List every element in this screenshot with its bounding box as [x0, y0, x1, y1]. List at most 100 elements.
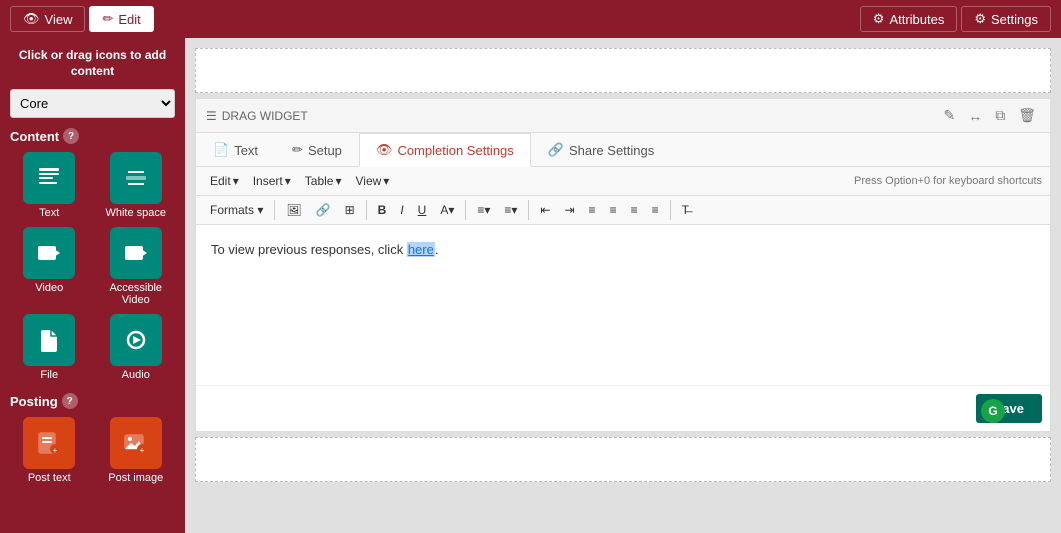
table-menu-btn[interactable]: Table ▾ [299, 171, 348, 191]
whitespace-icon [122, 164, 150, 192]
clear-format-btn[interactable]: T̶ [676, 200, 695, 220]
post-image-label: Post image [108, 472, 163, 484]
file-icon-box [23, 314, 75, 366]
post-image-icon-box: + [110, 417, 162, 469]
editor-footer: G Save [196, 385, 1050, 431]
widget-placeholder-top [195, 48, 1051, 93]
edit-menu-btn[interactable]: Edit ▾ [204, 171, 245, 191]
align-right-btn[interactable]: ≡ [625, 200, 644, 220]
tab-setup-icon: ✏ [292, 142, 303, 158]
widget-placeholder-bottom [195, 437, 1051, 482]
settings-button[interactable]: ⚙ Settings [961, 6, 1051, 32]
fmt-sep-4 [528, 200, 529, 220]
file-icon [35, 326, 63, 354]
video-label: Video [35, 282, 63, 294]
tab-text-icon: 📄 [213, 142, 229, 158]
sidebar: Click or drag icons to add content Core … [0, 38, 185, 533]
video-icon [35, 239, 63, 267]
editor-text-before: To view previous responses, click [211, 242, 407, 257]
editor-link[interactable]: here [407, 242, 435, 257]
post-text-icon-box: + [23, 417, 75, 469]
tab-text[interactable]: 📄 Text [196, 133, 275, 166]
content-icon-grid: Text White space [10, 152, 175, 381]
eye-icon: 👁 [23, 11, 40, 27]
view-button[interactable]: 👁 View [10, 6, 85, 32]
fmt-sep-3 [465, 200, 466, 220]
widget-edit-btn[interactable]: ✎ [939, 105, 959, 126]
accessible-video-icon-box [110, 227, 162, 279]
audio-icon-item[interactable]: Audio [97, 314, 176, 381]
indent-left-btn[interactable]: ⇤ [534, 200, 556, 220]
tab-share-icon: 🔗 [548, 142, 564, 158]
toolbar-left: Edit ▾ Insert ▾ Table ▾ View ▾ [204, 171, 395, 191]
pencil-icon: ✏ [102, 11, 113, 27]
posting-help-icon[interactable]: ? [62, 393, 78, 409]
text-icon-box [23, 152, 75, 204]
audio-icon-box [110, 314, 162, 366]
attributes-button[interactable]: ⚙ Attributes [860, 6, 958, 32]
tab-completion-settings[interactable]: 👁 Completion Settings [359, 133, 531, 167]
editor-text-after: . [435, 242, 439, 257]
whitespace-icon-item[interactable]: White space [97, 152, 176, 219]
audio-icon [122, 326, 150, 354]
post-text-icon: + [35, 429, 63, 457]
formats-chevron-icon: ▾ [257, 203, 263, 217]
whitespace-label: White space [105, 207, 166, 219]
table-chevron-icon: ▾ [335, 174, 341, 188]
file-icon-item[interactable]: File [10, 314, 89, 381]
widget-duplicate-btn[interactable]: ⧉ [991, 105, 1009, 126]
drag-widget-label: ☰ DRAG WIDGET [206, 109, 308, 123]
underline-btn[interactable]: U [412, 200, 433, 220]
formats-btn[interactable]: Formats ▾ [204, 200, 269, 220]
content-help-icon[interactable]: ? [63, 128, 79, 144]
post-image-icon-item[interactable]: + Post image [97, 417, 176, 484]
post-image-icon: + [122, 429, 150, 457]
widget-delete-btn[interactable]: 🗑 [1014, 105, 1040, 126]
editor-toolbar-top: Edit ▾ Insert ▾ Table ▾ View ▾ [196, 167, 1050, 196]
editor-area[interactable]: To view previous responses, click here. [196, 225, 1050, 385]
widget-move-btn[interactable]: ↔ [964, 105, 986, 126]
svg-text:+: + [139, 446, 144, 455]
content-section-title: Content ? [10, 128, 175, 144]
post-text-label: Post text [28, 472, 71, 484]
text-icon [35, 164, 63, 192]
text-icon-item[interactable]: Text [10, 152, 89, 219]
svg-text:+: + [53, 446, 58, 455]
widget-header: ☰ DRAG WIDGET ✎ ↔ ⧉ 🗑 [196, 99, 1050, 133]
edit-chevron-icon: ▾ [233, 174, 239, 188]
image-btn[interactable]: 🖼 [280, 200, 307, 220]
number-list-btn[interactable]: ≡▾ [498, 200, 523, 220]
color-btn[interactable]: A▾ [434, 200, 460, 220]
link-btn[interactable]: 🔗 [310, 200, 337, 220]
align-center-btn[interactable]: ≡ [604, 200, 623, 220]
edit-button[interactable]: ✏ Edit [89, 6, 153, 32]
tab-share-settings[interactable]: 🔗 Share Settings [531, 133, 671, 166]
core-select[interactable]: Core Advanced Custom [10, 89, 175, 118]
keyboard-hint: Press Option+0 for keyboard shortcuts [854, 175, 1042, 187]
tab-completion-icon: 👁 [376, 142, 393, 158]
bullet-list-btn[interactable]: ≡▾ [471, 200, 496, 220]
tabs: 📄 Text ✏ Setup 👁 Completion Settings 🔗 S… [196, 133, 1050, 167]
insert-menu-btn[interactable]: Insert ▾ [247, 171, 297, 191]
italic-btn[interactable]: I [394, 200, 409, 220]
fmt-sep-2 [366, 200, 367, 220]
widget: ☰ DRAG WIDGET ✎ ↔ ⧉ 🗑 📄 Text ✏ S [195, 98, 1051, 432]
indent-right-btn[interactable]: ⇥ [558, 200, 580, 220]
view-menu-btn[interactable]: View ▾ [349, 171, 395, 191]
attributes-icon: ⚙ [873, 11, 885, 27]
video-icon-item[interactable]: Video [10, 227, 89, 306]
align-left-btn[interactable]: ≡ [583, 200, 602, 220]
bold-btn[interactable]: B [372, 200, 393, 220]
accessible-video-icon-item[interactable]: Accessible Video [97, 227, 176, 306]
tab-setup[interactable]: ✏ Setup [275, 133, 359, 166]
file-label: File [40, 369, 58, 381]
align-justify-btn[interactable]: ≡ [646, 200, 665, 220]
drag-icon: ☰ [206, 109, 217, 123]
settings-icon: ⚙ [974, 11, 986, 27]
post-text-icon-item[interactable]: + Post text [10, 417, 89, 484]
fmt-sep-1 [274, 200, 275, 220]
whitespace-icon-box [110, 152, 162, 204]
table-btn[interactable]: ⊞ [339, 200, 361, 220]
widget-actions: ✎ ↔ ⧉ 🗑 [939, 105, 1040, 126]
content-area: ☰ DRAG WIDGET ✎ ↔ ⧉ 🗑 📄 Text ✏ S [185, 38, 1061, 533]
